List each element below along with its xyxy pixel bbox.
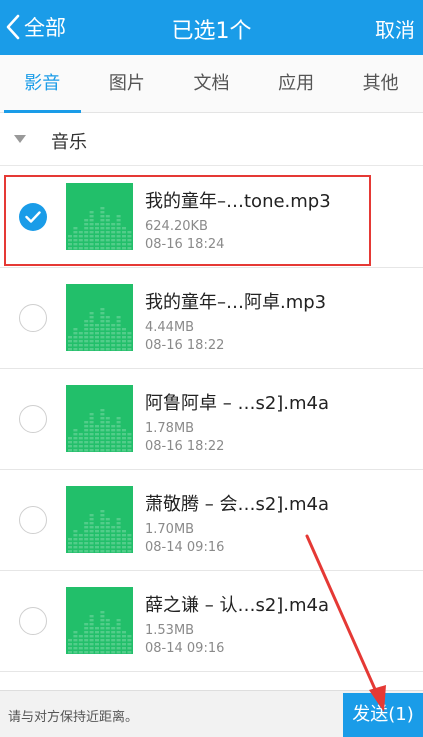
file-size: 1.70MB <box>145 522 195 537</box>
file-name: 薛之谦 – 认…s2].m4a <box>145 595 330 616</box>
tab-images[interactable]: 图片 <box>85 55 170 112</box>
footer-hint: 请与对方保持近距离。 <box>8 710 139 725</box>
tab-other[interactable]: 其他 <box>338 55 423 112</box>
file-size: 624.20KB <box>145 219 208 234</box>
caret-down-icon <box>14 135 26 143</box>
music-section-header[interactable]: 音乐 <box>0 114 423 166</box>
file-date: 08-14 09:16 <box>145 641 225 656</box>
tab-apps[interactable]: 应用 <box>254 55 339 112</box>
file-size: 4.44MB <box>145 320 195 335</box>
tab-documents[interactable]: 文档 <box>169 55 254 112</box>
checkbox-unchecked[interactable] <box>19 405 47 433</box>
file-size: 1.78MB <box>145 421 195 436</box>
top-bar: 全部 已选1个 取消 <box>0 0 423 55</box>
checkbox-unchecked[interactable] <box>19 304 47 332</box>
audio-thumbnail-icon <box>66 486 133 553</box>
file-date: 08-16 18:22 <box>145 338 225 353</box>
file-date: 08-16 18:24 <box>145 237 225 252</box>
page-title: 已选1个 <box>171 19 252 44</box>
send-button[interactable]: 发送(1) <box>343 693 423 737</box>
category-tabs: 影音 图片 文档 应用 其他 <box>0 55 423 113</box>
tab-media[interactable]: 影音 <box>0 55 85 113</box>
audio-thumbnail-icon <box>66 587 133 654</box>
file-row[interactable]: 阿鲁阿卓 – …s2].m4a 1.78MB 08-16 18:22 <box>0 369 423 470</box>
file-size: 1.53MB <box>145 623 195 638</box>
checkbox-checked[interactable] <box>19 203 47 231</box>
audio-thumbnail-icon <box>66 183 133 250</box>
checkbox-unchecked[interactable] <box>19 607 47 635</box>
file-row[interactable]: 我的童年–…阿卓.mp3 4.44MB 08-16 18:22 <box>0 268 423 369</box>
audio-thumbnail-icon <box>66 284 133 351</box>
file-name: 阿鲁阿卓 – …s2].m4a <box>145 393 330 414</box>
file-date: 08-14 09:16 <box>145 540 225 555</box>
checkbox-unchecked[interactable] <box>19 506 47 534</box>
checkmark-icon <box>25 211 41 223</box>
cancel-button[interactable]: 取消 <box>375 14 415 43</box>
section-label: 音乐 <box>51 132 87 153</box>
file-name: 我的童年–…阿卓.mp3 <box>145 292 327 313</box>
file-row[interactable]: 萧敬腾 – 会…s2].m4a 1.70MB 08-14 09:16 <box>0 470 423 571</box>
file-row[interactable]: 我的童年–…tone.mp3 624.20KB 08-16 18:24 <box>0 167 423 268</box>
audio-thumbnail-icon <box>66 385 133 452</box>
file-name: 萧敬腾 – 会…s2].m4a <box>145 494 330 515</box>
file-date: 08-16 18:22 <box>145 439 225 454</box>
file-name: 我的童年–…tone.mp3 <box>145 191 331 212</box>
file-row[interactable]: 薛之谦 – 认…s2].m4a 1.53MB 08-14 09:16 <box>0 571 423 672</box>
